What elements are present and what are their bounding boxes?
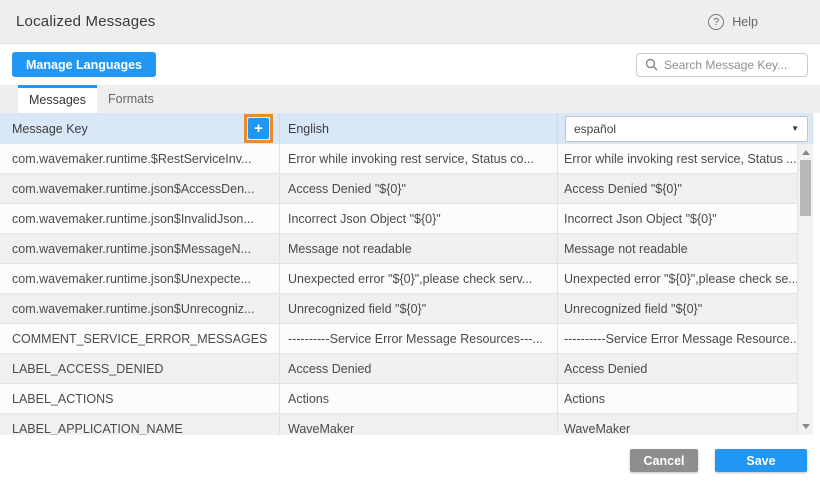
cell-english[interactable]: Message not readable [280,234,558,263]
cell-translation[interactable]: Unrecognized field "${0}" [558,294,813,323]
help-link[interactable]: ? Help [708,14,758,30]
table-row[interactable]: LABEL_ACCESS_DENIEDAccess DeniedAccess D… [0,354,813,384]
table-row[interactable]: com.wavemaker.runtime.json$MessageN...Me… [0,234,813,264]
cancel-button[interactable]: Cancel [630,449,698,472]
column-header-language: español ▼ [558,113,813,144]
cell-translation[interactable]: Error while invoking rest service, Statu… [558,144,813,173]
cell-translation[interactable]: WaveMaker [558,414,813,435]
table-row[interactable]: com.wavemaker.runtime.json$Unrecogniz...… [0,294,813,324]
table-header: Message Key + English español ▼ [0,113,813,144]
cell-translation[interactable]: Unexpected error "${0}",please check se.… [558,264,813,293]
cell-english[interactable]: Access Denied "${0}" [280,174,558,203]
table-row[interactable]: LABEL_ACTIONSActionsActions [0,384,813,414]
cell-message-key[interactable]: LABEL_ACCESS_DENIED [0,354,280,383]
cell-english[interactable]: Unrecognized field "${0}" [280,294,558,323]
table-row[interactable]: com.wavemaker.runtime.json$AccessDen...A… [0,174,813,204]
cell-translation[interactable]: ----------Service Error Message Resource… [558,324,813,353]
tab-messages[interactable]: Messages [18,85,97,113]
add-language-highlight-box: + [244,114,273,143]
english-column-label: English [288,122,329,136]
table-row[interactable]: com.wavemaker.runtime.$RestServiceInv...… [0,144,813,174]
search-icon [645,58,658,71]
cell-translation[interactable]: Actions [558,384,813,413]
table-row[interactable]: com.wavemaker.runtime.json$InvalidJson..… [0,204,813,234]
page-title: Localized Messages [16,13,156,30]
search-box[interactable] [636,53,808,77]
search-input[interactable] [664,58,799,72]
cell-message-key[interactable]: com.wavemaker.runtime.json$Unrecogniz... [0,294,280,323]
table-scrollbar[interactable] [797,144,813,435]
cell-english[interactable]: Error while invoking rest service, Statu… [280,144,558,173]
caret-down-icon: ▼ [791,124,799,133]
tab-formats[interactable]: Formats [97,85,165,113]
cell-message-key[interactable]: com.wavemaker.runtime.json$AccessDen... [0,174,280,203]
cell-english[interactable]: ----------Service Error Message Resource… [280,324,558,353]
cell-english[interactable]: Actions [280,384,558,413]
cell-english[interactable]: Access Denied [280,354,558,383]
tab-bar: Messages Formats [0,85,820,113]
column-header-message-key: Message Key + [0,113,280,144]
cell-message-key[interactable]: com.wavemaker.runtime.json$Unexpecte... [0,264,280,293]
table-row[interactable]: COMMENT_SERVICE_ERROR_MESSAGES----------… [0,324,813,354]
cell-translation[interactable]: Access Denied "${0}" [558,174,813,203]
cell-message-key[interactable]: com.wavemaker.runtime.json$InvalidJson..… [0,204,280,233]
table-row[interactable]: LABEL_APPLICATION_NAMEWaveMakerWaveMaker [0,414,813,435]
scroll-up-icon[interactable] [802,150,810,155]
scrollbar-thumb[interactable] [800,160,811,216]
save-button[interactable]: Save [715,449,807,472]
messages-table: Message Key + English español ▼ com.wave… [0,113,820,435]
cell-message-key[interactable]: LABEL_APPLICATION_NAME [0,414,280,435]
cell-translation[interactable]: Incorrect Json Object "${0}" [558,204,813,233]
language-select-value: español [574,122,616,136]
table-row[interactable]: com.wavemaker.runtime.json$Unexpecte...U… [0,264,813,294]
cell-english[interactable]: WaveMaker [280,414,558,435]
add-language-button[interactable]: + [248,118,269,139]
cell-message-key[interactable]: com.wavemaker.runtime.json$MessageN... [0,234,280,263]
manage-languages-button[interactable]: Manage Languages [12,52,156,77]
cell-translation[interactable]: Message not readable [558,234,813,263]
toolbar: Manage Languages [0,44,820,85]
language-select[interactable]: español ▼ [565,116,808,142]
scroll-down-icon[interactable] [802,424,810,429]
localized-messages-dialog: Localized Messages ? Help Manage Languag… [0,0,820,490]
message-key-column-label: Message Key [12,122,88,136]
table-body: com.wavemaker.runtime.$RestServiceInv...… [0,144,813,435]
help-icon: ? [708,14,724,30]
cell-translation[interactable]: Access Denied [558,354,813,383]
cell-message-key[interactable]: LABEL_ACTIONS [0,384,280,413]
cell-english[interactable]: Incorrect Json Object "${0}" [280,204,558,233]
column-header-english: English [280,113,558,144]
cell-message-key[interactable]: COMMENT_SERVICE_ERROR_MESSAGES [0,324,280,353]
cell-message-key[interactable]: com.wavemaker.runtime.$RestServiceInv... [0,144,280,173]
cell-english[interactable]: Unexpected error "${0}",please check ser… [280,264,558,293]
dialog-titlebar: Localized Messages ? Help [0,0,820,44]
dialog-footer: Cancel Save [0,435,820,490]
help-label: Help [732,15,758,29]
